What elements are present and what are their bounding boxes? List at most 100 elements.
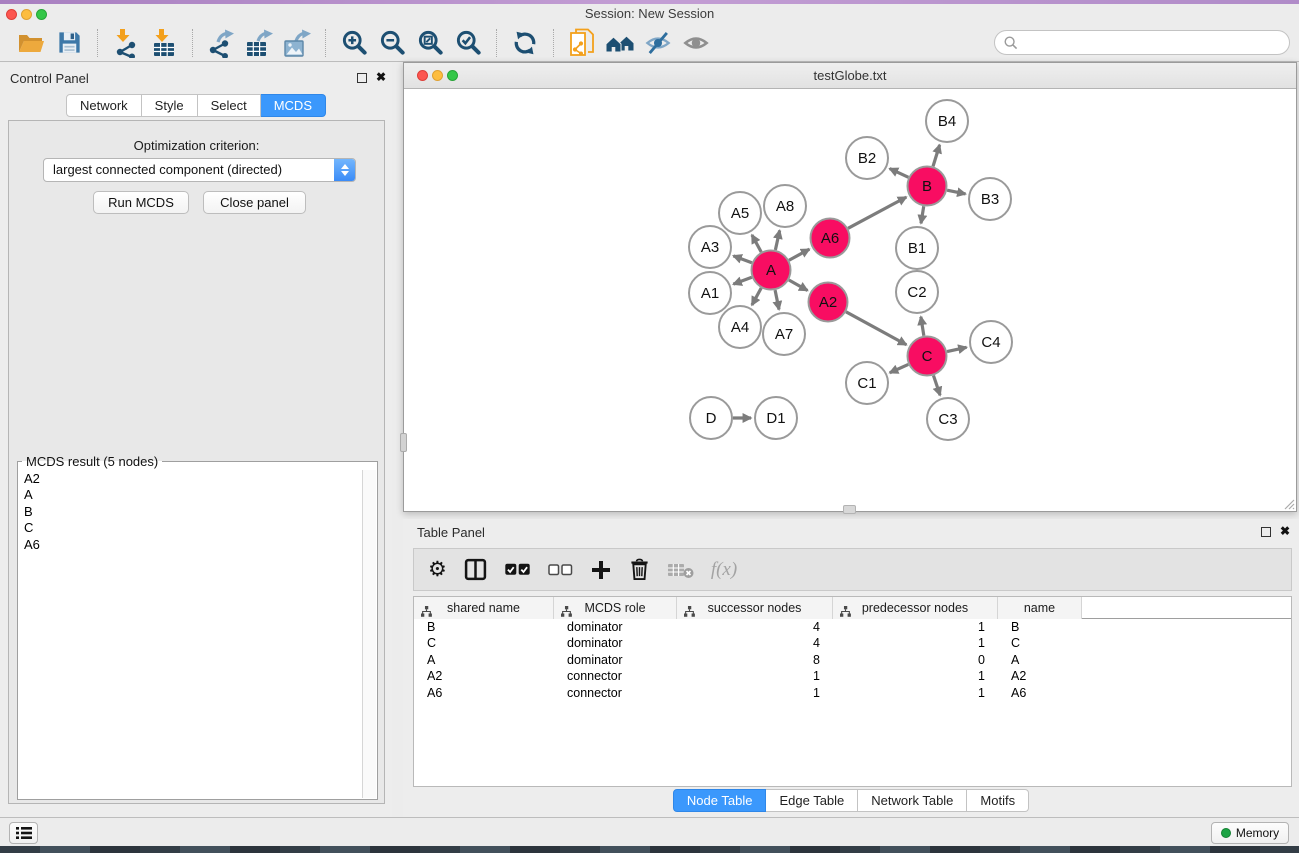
tab-network-table[interactable]: Network Table: [858, 789, 967, 812]
add-column-icon[interactable]: [590, 559, 612, 581]
import-network-button[interactable]: [107, 26, 145, 60]
toolbar-separator: [192, 29, 193, 57]
network-from-selection-button[interactable]: [563, 26, 601, 60]
tab-node-table[interactable]: Node Table: [673, 789, 767, 812]
criterion-dropdown[interactable]: largest connected component (directed): [43, 158, 356, 182]
close-panel-button[interactable]: Close panel: [203, 191, 306, 214]
table-cell: 1: [833, 685, 998, 701]
zoom-in-icon: [341, 29, 368, 56]
deselect-all-icon[interactable]: [548, 564, 573, 576]
edge-A-A8[interactable]: [775, 230, 779, 250]
column-header-successor-nodes[interactable]: successor nodes: [677, 597, 833, 619]
table-row[interactable]: Adominator80A: [414, 652, 1291, 668]
search-field[interactable]: [994, 30, 1290, 55]
zoom-fit-button[interactable]: [411, 26, 449, 60]
node-label-B4: B4: [938, 113, 956, 130]
network-window-titlebar[interactable]: testGlobe.txt: [404, 63, 1296, 89]
resize-grip-icon[interactable]: [1281, 496, 1295, 510]
edge-A-A3[interactable]: [733, 256, 751, 263]
first-neighbors-button[interactable]: [601, 26, 639, 60]
edge-B-B3[interactable]: [947, 190, 965, 194]
main-toolbar: [0, 24, 1299, 62]
edge-C-C4[interactable]: [947, 347, 967, 351]
import-table-button[interactable]: [145, 26, 183, 60]
column-header-name[interactable]: name: [998, 597, 1082, 619]
node-label-C: C: [922, 348, 933, 365]
export-table-button[interactable]: [240, 26, 278, 60]
tab-edge-table[interactable]: Edge Table: [766, 789, 858, 812]
mcds-result-item[interactable]: A6: [24, 537, 361, 553]
tab-select[interactable]: Select: [198, 94, 261, 117]
tab-network[interactable]: Network: [66, 94, 142, 117]
mcds-result-item[interactable]: C: [24, 520, 361, 536]
task-history-button[interactable]: [9, 822, 38, 844]
edge-A-A5[interactable]: [752, 235, 761, 252]
table-row[interactable]: Cdominator41C: [414, 635, 1291, 651]
export-table-icon: [244, 28, 274, 58]
edge-A-A4[interactable]: [752, 288, 761, 305]
column-header-predecessor-nodes[interactable]: predecessor nodes: [833, 597, 998, 619]
run-mcds-button[interactable]: Run MCDS: [93, 191, 189, 214]
node-label-D: D: [706, 410, 717, 427]
table-row[interactable]: Bdominator41B: [414, 619, 1291, 635]
export-image-button[interactable]: [278, 26, 316, 60]
edge-B-B2[interactable]: [890, 169, 909, 178]
table-row[interactable]: A2connector11A2: [414, 668, 1291, 684]
horizontal-splitter-handle[interactable]: [400, 433, 407, 452]
tab-mcds[interactable]: MCDS: [261, 94, 326, 117]
table-cell: A: [414, 652, 554, 668]
tab-style[interactable]: Style: [142, 94, 198, 117]
float-panel-icon[interactable]: [1261, 527, 1271, 537]
zoom-in-button[interactable]: [335, 26, 373, 60]
mcds-result-item[interactable]: A2: [24, 471, 361, 487]
table-row[interactable]: A6connector11A6: [414, 685, 1291, 701]
zoom-out-button[interactable]: [373, 26, 411, 60]
float-panel-icon[interactable]: [357, 73, 367, 83]
vertical-splitter-handle[interactable]: [843, 505, 856, 514]
table-cell: A6: [414, 685, 554, 701]
edge-A-A1[interactable]: [733, 277, 751, 284]
network-graph[interactable]: B4B2BB3A5A8A6A3AA1B1C2A4A7A2CC4C1C3DD1: [404, 89, 1296, 511]
mcds-result-item[interactable]: A: [24, 487, 361, 503]
settings-gear-icon[interactable]: ⚙: [428, 557, 447, 582]
node-label-A1: A1: [701, 285, 719, 302]
node-label-B2: B2: [858, 150, 876, 167]
edge-A2-C[interactable]: [846, 312, 906, 345]
memory-button[interactable]: Memory: [1211, 822, 1289, 844]
node-label-A8: A8: [776, 198, 794, 215]
edge-A6-B[interactable]: [848, 197, 906, 228]
edge-B-B4[interactable]: [933, 145, 940, 167]
delete-table-icon[interactable]: [667, 561, 694, 579]
mcds-scrollbar-track[interactable]: [362, 470, 376, 798]
edge-C-C1[interactable]: [890, 364, 909, 372]
column-layout-icon[interactable]: [464, 558, 487, 581]
toolbar-separator: [325, 29, 326, 57]
edge-C-C2[interactable]: [921, 317, 924, 336]
refresh-button[interactable]: [506, 26, 544, 60]
close-panel-icon[interactable]: ✖: [376, 70, 386, 84]
toolbar-separator: [97, 29, 98, 57]
select-all-icon[interactable]: [504, 563, 531, 576]
column-header-shared-name[interactable]: shared name: [414, 597, 554, 619]
search-input[interactable]: [1023, 33, 1289, 53]
tab-motifs[interactable]: Motifs: [967, 789, 1029, 812]
edge-A-A7[interactable]: [775, 290, 779, 309]
network-canvas[interactable]: B4B2BB3A5A8A6A3AA1B1C2A4A7A2CC4C1C3DD1: [404, 89, 1296, 511]
zoom-selected-button[interactable]: [449, 26, 487, 60]
save-session-button[interactable]: [50, 26, 88, 60]
table-cell: 1: [677, 685, 833, 701]
edge-A-A6[interactable]: [789, 249, 809, 260]
close-panel-icon[interactable]: ✖: [1280, 524, 1290, 538]
function-builder-icon[interactable]: f(x): [711, 559, 737, 581]
export-network-button[interactable]: [202, 26, 240, 60]
column-header-MCDS-role[interactable]: MCDS role: [554, 597, 677, 619]
mcds-result-item[interactable]: B: [24, 504, 361, 520]
hide-selected-button[interactable]: [639, 26, 677, 60]
show-all-button[interactable]: [677, 26, 715, 60]
delete-column-trash-icon[interactable]: [629, 558, 650, 581]
open-session-button[interactable]: [12, 26, 50, 60]
zoom-out-icon: [379, 29, 406, 56]
edge-C-C3[interactable]: [933, 375, 940, 395]
edge-B-B1[interactable]: [921, 206, 924, 223]
edge-A-A2[interactable]: [789, 280, 808, 290]
